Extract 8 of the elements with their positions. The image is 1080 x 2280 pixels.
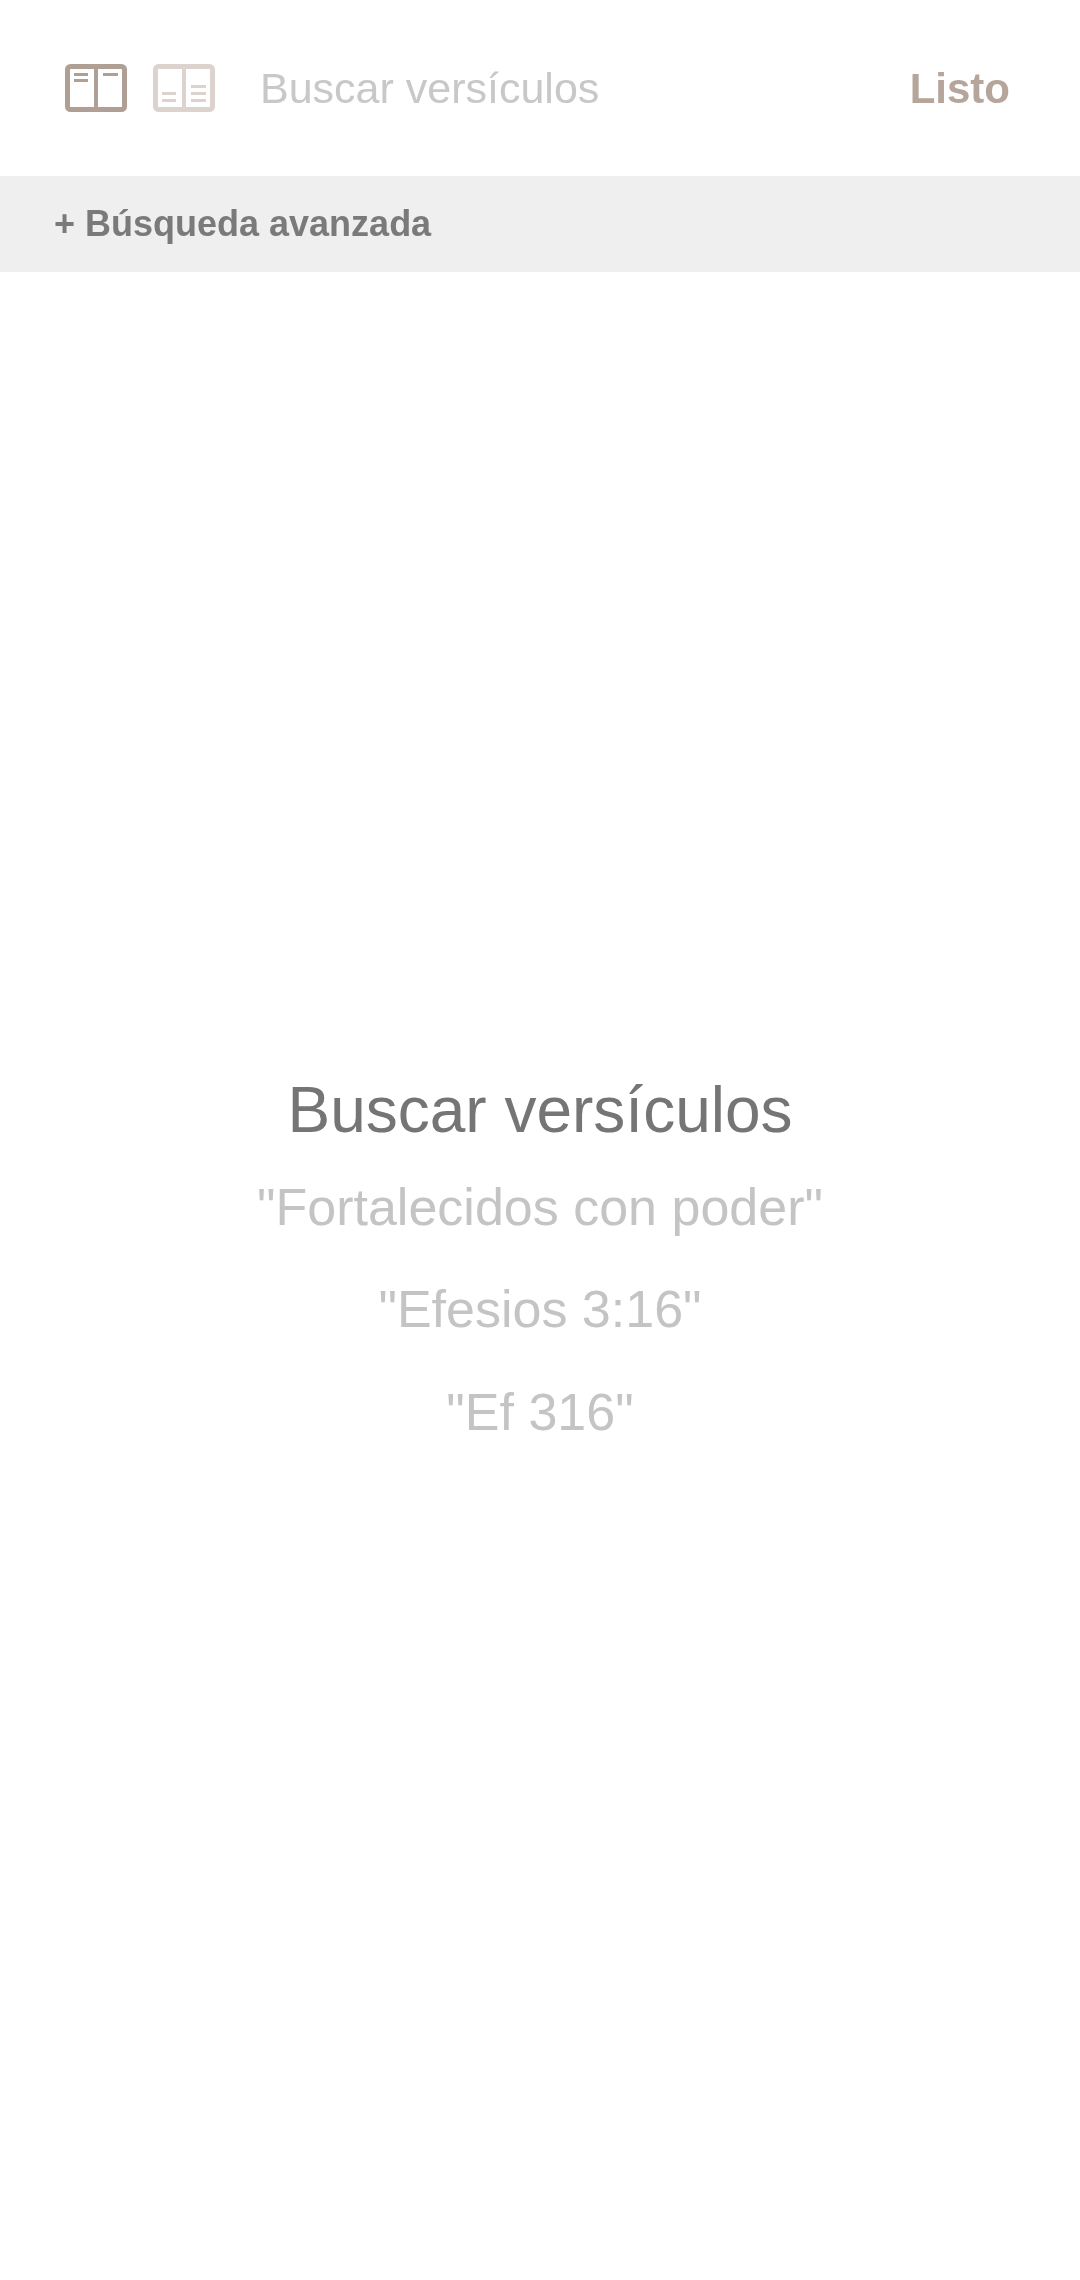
layout-icon[interactable] xyxy=(152,62,216,114)
done-button[interactable]: Listo xyxy=(909,56,1010,120)
advanced-search-link[interactable]: + Búsqueda avanzada xyxy=(54,197,432,251)
example-query: "Efesios 3:16" xyxy=(377,1279,703,1341)
example-query: "Ef 316" xyxy=(445,1381,635,1443)
empty-state-title: Buscar versículos xyxy=(286,1073,794,1148)
layout-icon[interactable] xyxy=(64,62,128,114)
example-query: "Fortalecidos con poder" xyxy=(256,1177,824,1238)
